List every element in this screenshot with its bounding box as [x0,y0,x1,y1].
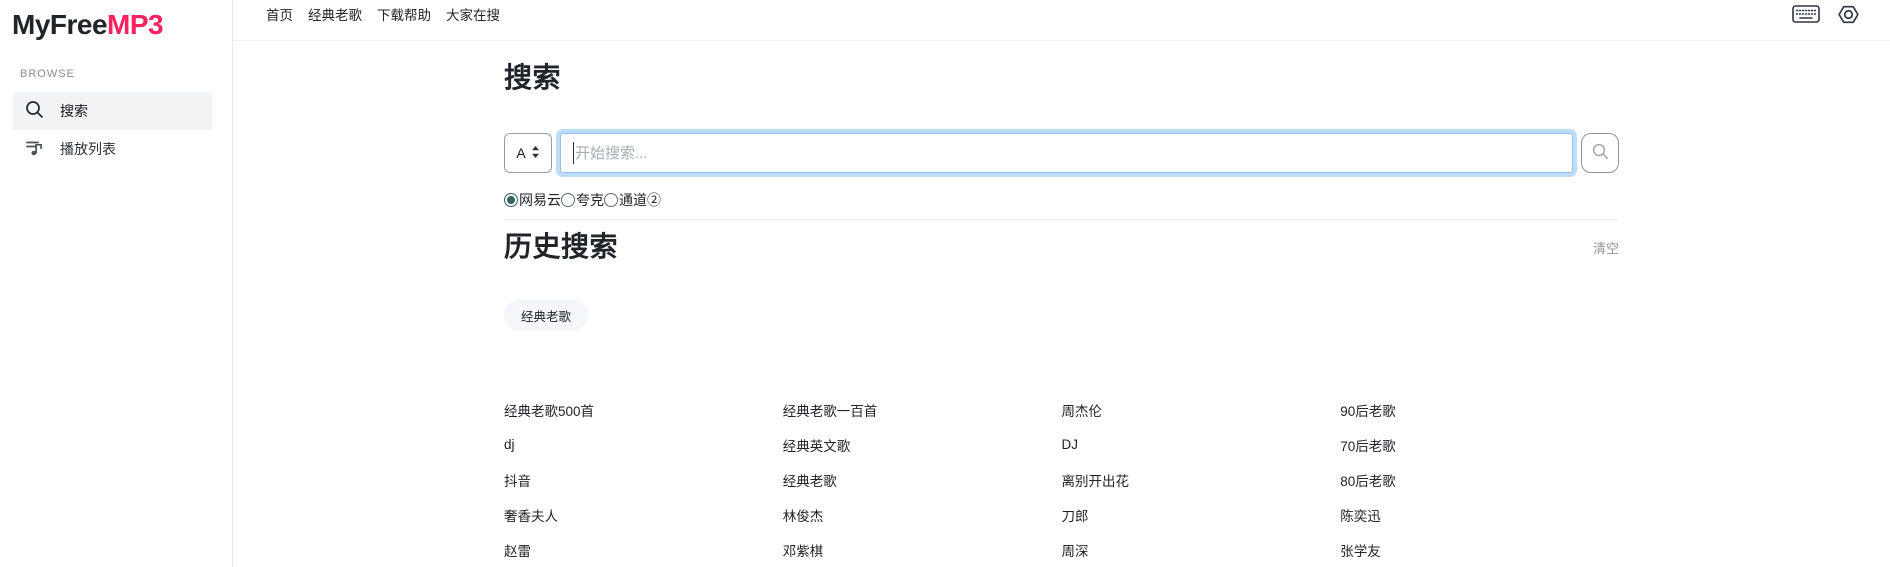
hot-search-item[interactable]: 70后老歌 [1340,435,1619,455]
chevron-up-down-icon [531,145,540,162]
history-tags: 经典老歌 [504,300,1619,331]
hot-search-item[interactable]: 80后老歌 [1340,470,1619,490]
sidebar: MyFreeMP3 BROWSE 搜索 播放列表 [0,0,233,567]
radio-circle-icon [504,193,518,207]
radio-circle-icon [561,193,575,207]
radio-label: 夸克 [576,190,604,210]
sidebar-item-label: 播放列表 [60,139,116,159]
source-radio-netease[interactable]: 网易云 [504,190,561,210]
hot-search-item[interactable]: 陈奕迅 [1340,505,1619,525]
gear-icon[interactable] [1837,3,1860,26]
hot-search-item[interactable]: 离别开出花 [1062,470,1341,490]
magnifier-icon [1592,143,1609,163]
search-bar: A [504,133,1619,173]
search-icon [25,100,44,122]
hot-search-item[interactable]: 奢香夫人 [504,505,783,525]
section-divider [504,219,1619,220]
radio-circle-icon [604,193,618,207]
logo-text-dark: MyFree [12,9,107,40]
playlist-icon [25,138,44,160]
hot-search-item[interactable]: 赵雷 [504,540,783,560]
topbar-icons [1792,3,1860,26]
app-logo[interactable]: MyFreeMP3 [0,0,232,41]
nav-link-download-help[interactable]: 下载帮助 [377,4,431,24]
hot-search-item[interactable]: 经典老歌500首 [504,400,783,420]
hot-search-item[interactable]: dj [504,437,783,452]
keyboard-icon[interactable] [1792,5,1820,23]
logo-text-pink: MP3 [107,9,163,40]
top-navigation-bar: 首页 经典老歌 下载帮助 大家在搜 [233,0,1890,41]
hot-search-item[interactable]: 周深 [1062,540,1341,560]
history-header: 历史搜索 清空 [504,230,1619,264]
engine-select-value: A [516,145,525,161]
sidebar-section-label: BROWSE [20,68,232,80]
hot-search-item[interactable]: 抖音 [504,470,783,490]
search-input[interactable] [560,133,1573,173]
engine-select-dropdown[interactable]: A [504,133,552,173]
nav-link-classic-songs[interactable]: 经典老歌 [308,4,362,24]
radio-label: 网易云 [519,190,561,210]
source-radio-channel2[interactable]: 通道② [604,190,661,210]
hot-search-item[interactable]: 邓紫棋 [783,540,1062,560]
hot-search-item[interactable]: 90后老歌 [1340,400,1619,420]
nav-link-trending[interactable]: 大家在搜 [446,4,500,24]
hot-search-item[interactable]: 周杰伦 [1062,400,1341,420]
hot-search-item[interactable]: 经典老歌 [783,470,1062,490]
hot-search-item[interactable]: 经典英文歌 [783,435,1062,455]
hot-search-grid: 经典老歌500首 经典老歌一百首 周杰伦 90后老歌 dj 经典英文歌 DJ 7… [504,392,1619,567]
radio-label: 通道② [619,190,661,210]
hot-search-item[interactable]: 林俊杰 [783,505,1062,525]
top-nav-links: 首页 经典老歌 下载帮助 大家在搜 [266,4,500,24]
hot-search-item[interactable]: 刀郎 [1062,505,1341,525]
hot-search-item[interactable]: DJ [1062,437,1341,452]
clear-history-button[interactable]: 清空 [1593,238,1619,257]
page-title-history: 历史搜索 [504,230,618,264]
hot-search-item[interactable]: 经典老歌一百首 [783,400,1062,420]
page-title-search: 搜索 [504,61,1619,95]
nav-link-home[interactable]: 首页 [266,4,293,24]
text-caret [573,142,574,164]
history-tag[interactable]: 经典老歌 [504,300,588,331]
sidebar-item-search[interactable]: 搜索 [13,92,212,130]
hot-search-item[interactable]: 张学友 [1340,540,1619,560]
source-radio-quark[interactable]: 夸克 [561,190,604,210]
source-radio-group: 网易云 夸克 通道② [504,190,1619,210]
sidebar-item-label: 搜索 [60,101,88,121]
sidebar-item-playlist[interactable]: 播放列表 [13,130,212,168]
search-input-wrapper [560,133,1573,173]
main-content: 搜索 A 网易云 [233,61,1890,567]
search-submit-button[interactable] [1581,133,1619,173]
